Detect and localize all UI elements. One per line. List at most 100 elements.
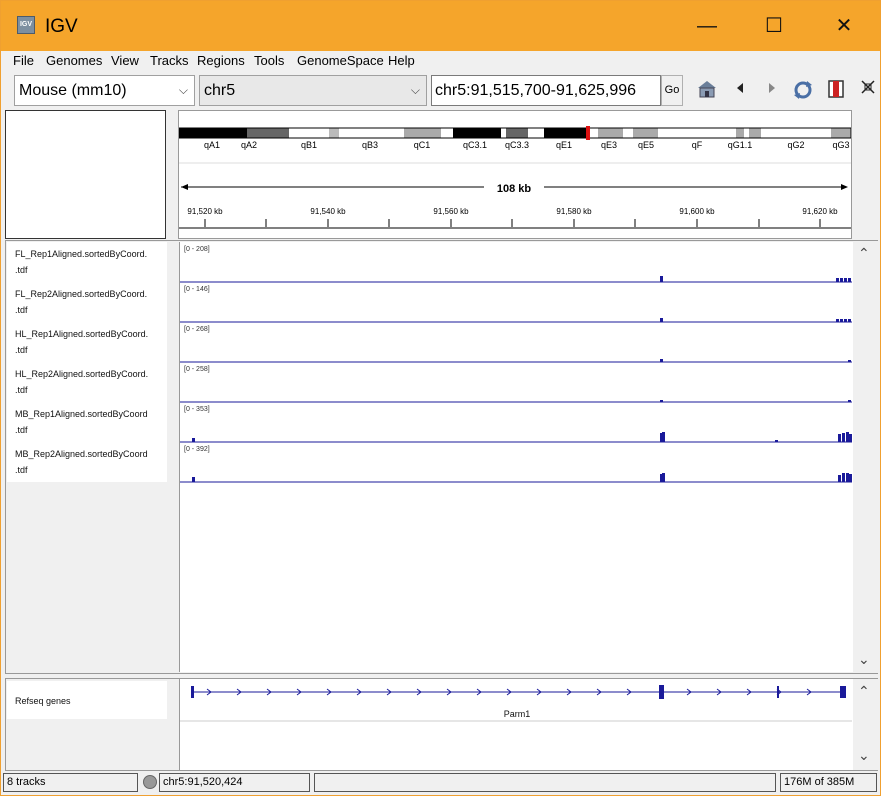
track-name[interactable]: HL_Rep2Aligned.sortedByCoord. — [15, 366, 170, 382]
refseq-genes-track[interactable]: Parm1 — [180, 679, 852, 770]
genome-select[interactable]: Mouse (mm10) ⌵ — [14, 75, 195, 106]
track-data-range: [0 - 208] — [184, 246, 210, 253]
menu-help[interactable]: Help — [388, 53, 415, 68]
menu-tracks[interactable]: Tracks — [150, 53, 189, 68]
scroll-down-icon[interactable]: ⌄ — [858, 651, 870, 668]
coverage-peak — [849, 434, 852, 442]
feature-data-panel: Parm1 — [179, 679, 853, 770]
coverage-peak — [844, 319, 847, 322]
header-data-panel: qA1 qA2 qB1 qB3 qC1 qC3.1 qC3.3 qE1 qE3 qE5 qF qG1.… — [178, 110, 852, 239]
menu-genomes[interactable]: Genomes — [46, 53, 102, 68]
fit-window-icon — [861, 80, 875, 94]
home-icon — [698, 81, 716, 98]
track-name[interactable]: MB_Rep1Aligned.sortedByCoord — [15, 406, 170, 422]
home-button[interactable] — [695, 79, 719, 103]
menu-tools[interactable]: Tools — [254, 53, 284, 68]
minimize-button[interactable]: — — [684, 9, 730, 43]
feature-track-name[interactable]: Refseq genes — [15, 693, 170, 709]
track-name-suffix: .tdf — [15, 265, 28, 275]
menu-view[interactable]: View — [111, 53, 139, 68]
maximize-button[interactable]: ☐ — [751, 9, 797, 43]
scroll-up-icon[interactable]: ⌃ — [858, 245, 870, 262]
coverage-peak — [192, 477, 195, 482]
band-label: qE3 — [601, 140, 617, 150]
gene-label[interactable]: Parm1 — [504, 709, 531, 719]
message-status — [314, 773, 776, 792]
data-pane: FL_Rep1Aligned.sortedByCoord. .tdf FL_Rep2… — [5, 240, 878, 674]
locus-input[interactable]: chr5:91,515,700-91,625,996 — [431, 75, 661, 106]
coverage-peak — [848, 319, 851, 322]
chevron-down-icon: ⌵ — [178, 83, 188, 97]
status-bar: 8 tracks chr5:91,520,424 176M of 385M — [1, 773, 880, 793]
coverage-peak — [192, 438, 195, 442]
feature-scrollbar[interactable]: ⌃ ⌄ — [854, 679, 878, 770]
current-view-marker — [586, 126, 590, 140]
exon — [840, 686, 846, 698]
exon — [659, 685, 664, 699]
track-name[interactable]: FL_Rep1Aligned.sortedByCoord. — [15, 246, 170, 262]
track-names-panel: FL_Rep1Aligned.sortedByCoord. .tdf FL_Rep2… — [7, 242, 167, 482]
track-name-suffix: .tdf — [15, 385, 28, 395]
ideogram-ruler[interactable]: qA1 qA2 qB1 qB3 qC1 qC3.1 qC3.3 qE1 qE3 qE5 qF qG1.… — [178, 111, 852, 238]
track-name[interactable]: FL_Rep2Aligned.sortedByCoord. — [15, 286, 170, 302]
back-button[interactable] — [728, 79, 752, 103]
memory-status: 176M of 385M — [780, 773, 877, 792]
coverage-peak — [836, 319, 839, 322]
band-label: qF — [692, 140, 703, 150]
coverage-peak — [840, 319, 843, 322]
track-data-range: [0 - 258] — [184, 366, 210, 373]
track-data-range: [0 - 353] — [184, 406, 210, 413]
exon — [777, 686, 779, 698]
header-pane: qA1 qA2 qB1 qB3 qC1 qC3.1 qC3.3 qE1 qE3 qE5 qF qG1.… — [5, 110, 878, 239]
track-name-suffix: .tdf — [15, 305, 28, 315]
coverage-peak — [842, 433, 845, 442]
coverage-peak — [838, 434, 841, 442]
genome-select-value: Mouse (mm10) — [19, 82, 127, 99]
ideogram[interactable]: qA1 qA2 qB1 qB3 qC1 qC3.1 qC3.3 qE1 qE3 qE5 qF qG1.… — [178, 126, 852, 164]
tracks-data-panel: [0 - 208] [0 - 146] [0 - 268] [0 - 258] [0 -… — [179, 242, 853, 672]
scroll-down-icon[interactable]: ⌄ — [858, 747, 870, 764]
chromosome-select[interactable]: chr5 ⌵ — [199, 75, 427, 106]
ruler-tick-label: 91,620 kb — [802, 207, 838, 216]
track-name[interactable]: MB_Rep2Aligned.sortedByCoord — [15, 446, 170, 462]
forward-button[interactable] — [760, 79, 784, 103]
coverage-peak — [660, 318, 663, 322]
igv-app-icon: IGV — [17, 16, 35, 34]
band-label: qC3.3 — [505, 140, 529, 150]
close-button[interactable]: ✕ — [821, 9, 867, 43]
go-button[interactable]: Go — [661, 75, 683, 106]
band-label: qE5 — [638, 140, 654, 150]
menu-file[interactable]: File — [13, 53, 34, 68]
track-name-suffix: .tdf — [15, 345, 28, 355]
coverage-peak — [662, 432, 665, 442]
coverage-tracks[interactable]: [0 - 208] [0 - 146] [0 - 268] [0 - 258] [0 -… — [180, 242, 852, 672]
track-name-suffix: .tdf — [15, 425, 28, 435]
data-scrollbar[interactable]: ⌃ ⌄ — [854, 241, 878, 673]
coverage-peak — [662, 473, 665, 482]
scroll-up-icon[interactable]: ⌃ — [858, 683, 870, 700]
menu-regions[interactable]: Regions — [197, 53, 245, 68]
menu-genomespace[interactable]: GenomeSpace — [297, 53, 384, 68]
title-bar: IGV IGV — ☐ ✕ — [1, 1, 880, 51]
band-label: qG1.1 — [728, 140, 753, 150]
band-label: qA2 — [241, 140, 257, 150]
resize-to-window-button[interactable] — [856, 79, 880, 103]
feature-pane: Refseq genes Parm1 ⌃ ⌄ — [5, 678, 878, 771]
coverage-peak — [660, 276, 663, 282]
chevron-down-icon: ⌵ — [410, 83, 420, 97]
ruler-tick-label: 91,540 kb — [310, 207, 346, 216]
band-label: qE1 — [556, 140, 572, 150]
back-arrow-icon — [737, 83, 743, 93]
coverage-peak — [660, 359, 663, 362]
ruler-tick-label: 91,600 kb — [679, 207, 715, 216]
menu-bar: File Genomes View Tracks Regions Tools G… — [5, 51, 417, 71]
region-of-interest-button[interactable] — [824, 79, 848, 103]
exon — [191, 686, 194, 698]
coverage-peak — [848, 400, 851, 402]
track-name[interactable]: HL_Rep1Aligned.sortedByCoord. — [15, 326, 170, 342]
ruler: 108 kb 91,520 kb 91,540 kb 91,560 kb 91,580… — [179, 179, 851, 229]
refresh-button[interactable] — [791, 79, 815, 103]
forward-arrow-icon — [769, 83, 775, 93]
coverage-peak — [660, 400, 663, 402]
band-label: qB1 — [301, 140, 317, 150]
